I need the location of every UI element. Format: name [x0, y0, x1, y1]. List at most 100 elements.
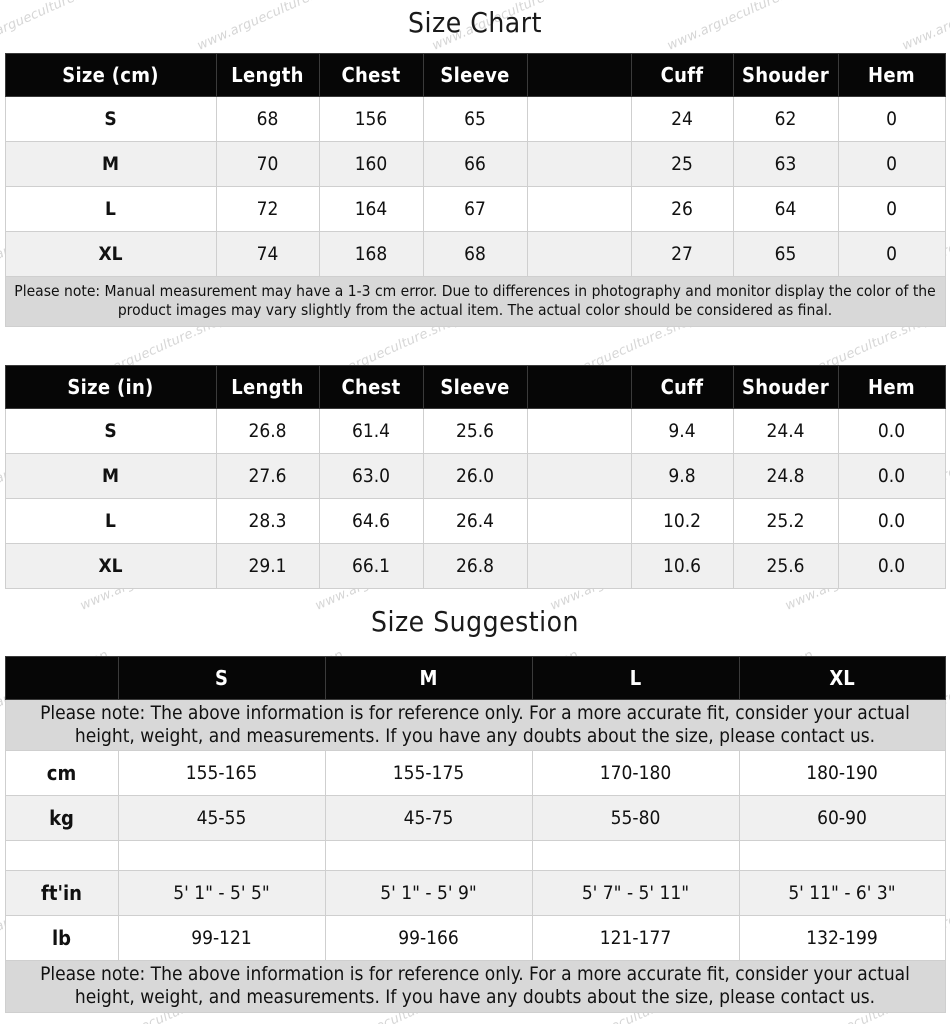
cell-blank: [526, 141, 632, 187]
size-suggestion-rows: cm 155-165 155-175 170-180 180-190 kg 45…: [4, 750, 946, 1013]
cell-chest: 168: [318, 231, 424, 277]
column-header-sleeve: Sleeve: [422, 53, 528, 97]
table-spacer: [0, 327, 950, 365]
cell-kg-xl: 60-90: [738, 795, 946, 842]
cell-shoulder: 65: [732, 231, 839, 277]
cell-size: S: [4, 96, 217, 142]
cell-blank: [526, 96, 632, 142]
column-header-size-cm: Size (cm): [4, 53, 217, 97]
table-header-row: Size (in) Length Chest Sleeve Cuff Shoud…: [4, 364, 946, 409]
content-layer: Size Chart Size (cm) Length Chest Sleeve…: [0, 6, 950, 1013]
table-row: L 28.3 64.6 26.4 10.2 25.2 0.0: [4, 497, 946, 544]
cell-spacer-l: [531, 840, 740, 872]
column-header-m: M: [324, 655, 533, 700]
cell-blank: [526, 452, 632, 499]
cell-sleeve: 66: [422, 141, 528, 187]
cell-ftin-m: 5' 1" - 5' 9": [324, 870, 533, 917]
cell-shoulder: 25.6: [732, 542, 839, 589]
cell-chest: 160: [318, 141, 424, 187]
cell-ftin-s: 5' 1" - 5' 5": [117, 870, 326, 917]
cell-cm-m: 155-175: [324, 750, 533, 797]
cell-blank: [526, 407, 632, 454]
size-suggestion-head: S M L XL: [4, 655, 946, 700]
cell-length: 70: [215, 141, 320, 187]
cell-blank: [526, 231, 632, 277]
table-row: L 72 164 67 26 64 0: [4, 186, 946, 232]
cell-kg-m: 45-75: [324, 795, 533, 842]
column-header-blank: [526, 364, 632, 409]
table-row-lb: lb 99-121 99-166 121-177 132-199: [4, 915, 946, 962]
cell-shoulder: 64: [732, 186, 839, 232]
cell-hem: 0.0: [837, 497, 946, 544]
table-row-ftin: ft'in 5' 1" - 5' 5" 5' 1" - 5' 9" 5' 7" …: [4, 870, 946, 917]
cell-spacer-s: [117, 840, 326, 872]
cell-lb-s: 99-121: [117, 915, 326, 962]
cell-kg-s: 45-55: [117, 795, 326, 842]
size-table-cm: Size (cm) Length Chest Sleeve Cuff Shoud…: [4, 53, 946, 327]
cell-shoulder: 24.8: [732, 452, 839, 499]
cell-shoulder: 63: [732, 141, 839, 187]
cell-hem: 0.0: [837, 542, 946, 589]
table-row-spacer: [4, 840, 946, 872]
cell-cuff: 24: [630, 96, 734, 142]
cell-chest: 61.4: [318, 407, 424, 454]
cell-chest: 164: [318, 186, 424, 232]
cell-cuff: 27: [630, 231, 734, 277]
cell-sleeve: 26.4: [422, 497, 528, 544]
cell-size: M: [4, 452, 217, 499]
column-header-cuff: Cuff: [630, 53, 734, 97]
cell-sleeve: 67: [422, 186, 528, 232]
cell-spacer-m: [324, 840, 533, 872]
cell-size: S: [4, 407, 217, 454]
table-row: S 26.8 61.4 25.6 9.4 24.4 0.0: [4, 407, 946, 454]
cell-size: XL: [4, 542, 217, 589]
cell-lb-m: 99-166: [324, 915, 533, 962]
size-chart-page: www.argueculture.shop www.argueculture.sh…: [0, 0, 950, 1024]
cell-cuff: 25: [630, 141, 734, 187]
cell-size: L: [4, 497, 217, 544]
cell-cm-xl: 180-190: [738, 750, 946, 797]
cell-spacer-xl: [738, 840, 946, 872]
column-header-sleeve: Sleeve: [422, 364, 528, 409]
measurement-note-row: Please note: Manual measurement may have…: [4, 276, 946, 327]
column-header-unit: [4, 655, 119, 700]
column-header-length: Length: [215, 53, 320, 97]
column-header-shoulder: Shouder: [732, 53, 839, 97]
suggestion-note-text-top: Please note: The above information is fo…: [4, 698, 946, 752]
cell-length: 74: [215, 231, 320, 277]
row-label-cm: cm: [4, 750, 119, 797]
column-header-size-in: Size (in): [4, 364, 217, 409]
cell-length: 28.3: [215, 497, 320, 544]
size-table-in: Size (in) Length Chest Sleeve Cuff Shoud…: [4, 364, 946, 589]
size-table-in-body: S 26.8 61.4 25.6 9.4 24.4 0.0 M 27.6 63.…: [4, 407, 946, 589]
column-header-xl: XL: [738, 655, 946, 700]
cell-hem: 0: [837, 96, 946, 142]
cell-length: 26.8: [215, 407, 320, 454]
column-header-blank: [526, 53, 632, 97]
page-title-size-chart: Size Chart: [408, 6, 542, 39]
suggestion-note-row-bottom: Please note: The above information is fo…: [4, 960, 946, 1013]
cell-shoulder: 24.4: [732, 407, 839, 454]
cell-ftin-xl: 5' 11" - 6' 3": [738, 870, 946, 917]
row-label-ftin: ft'in: [4, 870, 119, 917]
cell-lb-xl: 132-199: [738, 915, 946, 962]
cell-cuff: 26: [630, 186, 734, 232]
table-row: S 68 156 65 24 62 0: [4, 96, 946, 142]
cell-hem: 0: [837, 186, 946, 232]
cell-sleeve: 25.6: [422, 407, 528, 454]
cell-size: XL: [4, 231, 217, 277]
table-row-kg: kg 45-55 45-75 55-80 60-90: [4, 795, 946, 842]
cell-cuff: 10.6: [630, 542, 734, 589]
cell-lb-l: 121-177: [531, 915, 740, 962]
row-label-lb: lb: [4, 915, 119, 962]
cell-sleeve: 26.0: [422, 452, 528, 499]
row-label-kg: kg: [4, 795, 119, 842]
size-suggestion-body: Please note: The above information is fo…: [4, 698, 946, 752]
cell-kg-l: 55-80: [531, 795, 740, 842]
column-header-length: Length: [215, 364, 320, 409]
cell-sleeve: 68: [422, 231, 528, 277]
cell-length: 29.1: [215, 542, 320, 589]
cell-ftin-l: 5' 7" - 5' 11": [531, 870, 740, 917]
cell-sleeve: 26.8: [422, 542, 528, 589]
suggestion-note-text-bottom: Please note: The above information is fo…: [4, 960, 946, 1013]
